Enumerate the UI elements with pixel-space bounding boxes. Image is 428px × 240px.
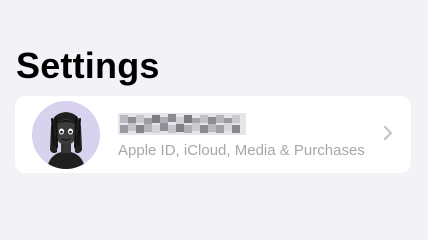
apple-id-account-row[interactable]: Apple ID, iCloud, Media & Purchases <box>15 96 411 173</box>
account-subtitle: Apple ID, iCloud, Media & Purchases <box>118 142 365 159</box>
memoji-avatar[interactable] <box>32 101 100 169</box>
account-name-redacted <box>118 113 246 135</box>
chevron-right-icon <box>383 125 393 141</box>
page-title: Settings <box>16 45 160 86</box>
